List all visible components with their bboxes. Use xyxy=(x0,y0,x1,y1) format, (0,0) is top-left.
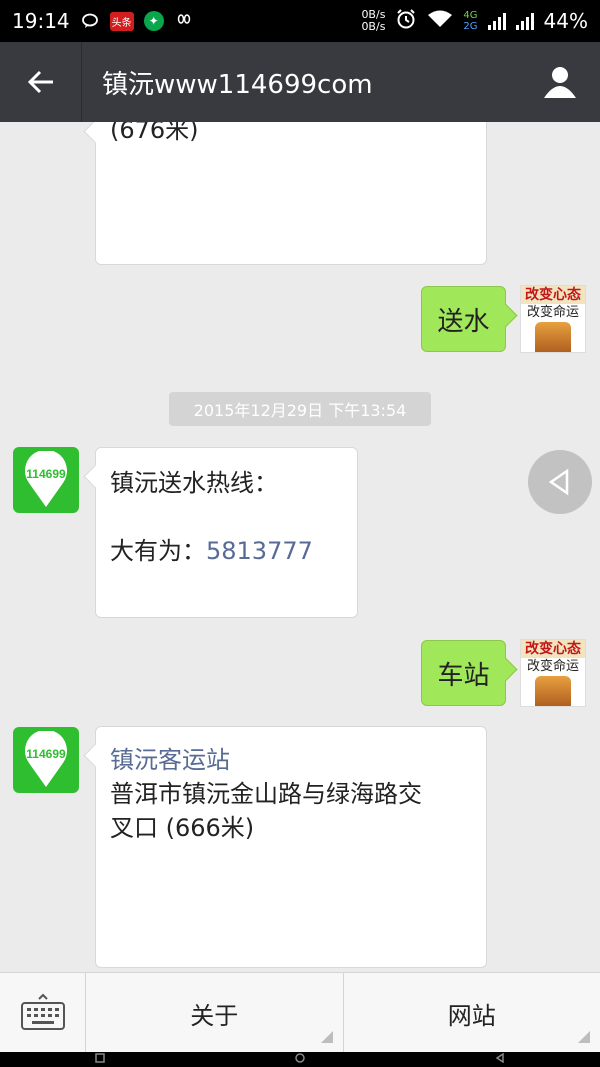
message-text-line2: 叉口 (666米) xyxy=(110,814,255,842)
avatar-image xyxy=(535,676,571,706)
avatar-text-line1: 改变心态 xyxy=(521,286,585,304)
recent-apps-icon[interactable] xyxy=(95,1053,105,1066)
wifi-icon xyxy=(427,9,453,33)
system-nav-bar xyxy=(0,1052,600,1067)
avatar-text-line1: 改变心态 xyxy=(521,640,585,658)
page-title: 镇沅www114699com xyxy=(102,69,373,100)
phone-link[interactable]: 5813777 xyxy=(206,537,313,565)
triangle-left-icon xyxy=(548,468,569,496)
location-pin-icon: 114699 xyxy=(25,731,67,787)
contact-label: 大有为： xyxy=(110,537,206,565)
avatar-text-line2: 改变命运 xyxy=(526,305,579,320)
back-arrow-icon xyxy=(27,70,53,94)
status-left: 19:14 头条 ✦ xyxy=(12,9,194,33)
battery-level: 44% xyxy=(543,9,588,33)
avatar[interactable]: 114699 xyxy=(13,447,79,513)
person-icon xyxy=(544,67,576,98)
message-text-line2: 大有为：5813777 xyxy=(110,534,343,568)
net-speed: 0B/s 0B/s xyxy=(361,9,385,33)
avatar[interactable]: 114699 xyxy=(13,727,79,793)
status-right: 0B/s 0B/s 4G 2G 44% xyxy=(361,8,588,34)
news-app-icon: 头条 xyxy=(109,11,134,31)
avatar-image xyxy=(535,322,571,352)
message-text: (676米) xyxy=(110,122,199,144)
footprint-icon xyxy=(174,11,194,31)
floating-action-button[interactable] xyxy=(528,450,592,514)
location-title-link[interactable]: 镇沅客运站 xyxy=(110,743,472,777)
location-pin-icon: 114699 xyxy=(25,451,67,507)
menu-about-label: 关于 xyxy=(190,1001,239,1030)
menu-about-button[interactable]: 关于 xyxy=(86,973,344,1053)
chat-area[interactable]: (676米) 送水 改变心态 改变命运 2015年12月29日 下午13:54 … xyxy=(0,122,600,972)
net-speed-down: 0B/s xyxy=(361,20,386,33)
network-type-4g: 4G xyxy=(463,10,478,21)
header: 镇沅www114699com xyxy=(0,42,600,122)
back-button[interactable] xyxy=(0,42,82,122)
message-bubble-incoming[interactable]: 镇沅送水热线： 大有为：5813777 xyxy=(95,447,358,618)
message-bubble-outgoing[interactable]: 车站 xyxy=(421,640,506,706)
signal-2-icon xyxy=(515,12,534,30)
menu-website-label: 网站 xyxy=(447,1001,496,1030)
submenu-indicator-icon xyxy=(320,1031,333,1043)
signal-1-icon xyxy=(487,12,506,30)
network-type-2g: 2G xyxy=(463,21,478,32)
app-logo-text: 114699 xyxy=(26,747,66,761)
message-bubble-incoming[interactable]: 镇沅客运站 普洱市镇沅金山路与绿海路交 叉口 (666米) xyxy=(95,726,487,968)
network-type: 4G 2G xyxy=(463,10,477,32)
message-text: 送水 xyxy=(437,306,490,337)
keyboard-toggle-button[interactable] xyxy=(0,973,86,1053)
keyboard-icon xyxy=(20,993,65,1030)
status-bar: 19:14 头条 ✦ 0B/s 0B/s 4G 2G 44% xyxy=(0,0,600,42)
alarm-icon xyxy=(395,8,417,34)
avatar[interactable]: 改变心态 改变命运 xyxy=(520,285,586,353)
message-text-line1: 镇沅送水热线： xyxy=(110,469,278,497)
message-bubble-outgoing[interactable]: 送水 xyxy=(421,286,506,352)
avatar[interactable]: 改变心态 改变命运 xyxy=(520,639,586,707)
menu-website-button[interactable]: 网站 xyxy=(344,973,600,1053)
submenu-indicator-icon xyxy=(578,1031,590,1043)
app-logo-text: 114699 xyxy=(26,467,66,481)
message-text-line1: 普洱市镇沅金山路与绿海路交 xyxy=(110,780,422,808)
status-time: 19:14 xyxy=(12,9,70,33)
profile-button[interactable] xyxy=(520,42,600,122)
message-timestamp: 2015年12月29日 下午13:54 xyxy=(169,392,431,426)
bottom-menu: 关于 网站 xyxy=(0,972,600,1053)
message-bubble-incoming[interactable]: (676米) xyxy=(95,122,487,265)
avatar-text-line2: 改变命运 xyxy=(526,659,579,674)
message-text: 车站 xyxy=(437,660,490,691)
app-notification-icon: ✦ xyxy=(143,11,164,31)
chat-bubble-icon xyxy=(80,11,100,31)
back-nav-icon[interactable] xyxy=(495,1052,505,1066)
home-icon[interactable] xyxy=(295,1053,305,1066)
